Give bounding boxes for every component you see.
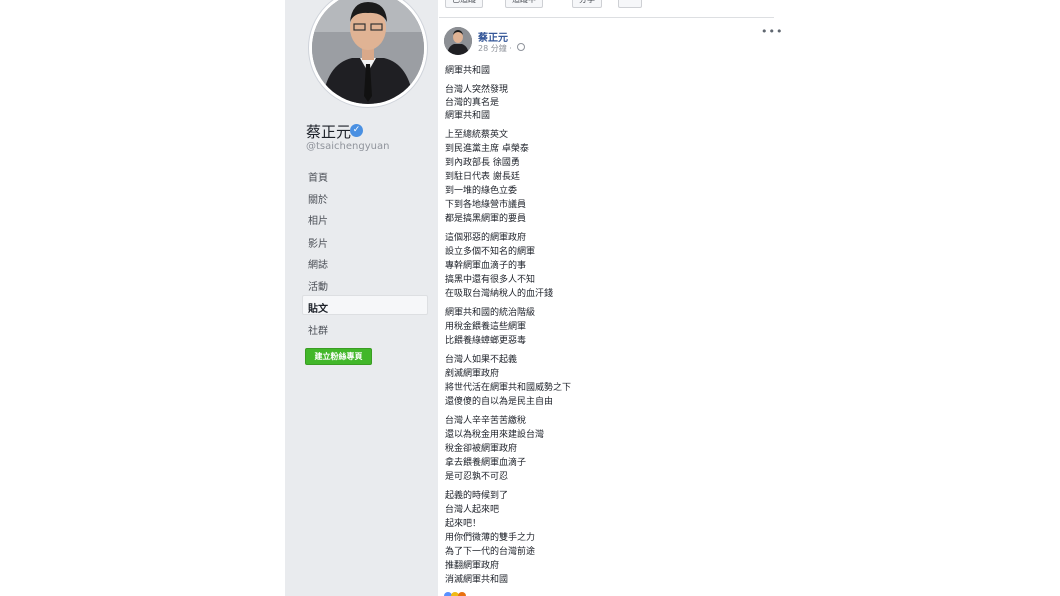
verified-check-icon: ✓ bbox=[350, 124, 363, 137]
nav-item-videos[interactable]: 影片 bbox=[308, 235, 328, 250]
post-text-line: 網軍共和國的統治階級 bbox=[445, 308, 536, 318]
more-options-icon[interactable]: ••• bbox=[761, 25, 783, 38]
post-text-line: 推翻網軍政府 bbox=[445, 561, 500, 571]
post-text-line: 還以為稅金用來建設台灣 bbox=[445, 430, 545, 440]
more-actions-button[interactable] bbox=[618, 0, 642, 8]
nav-item-community[interactable]: 社群 bbox=[308, 322, 328, 337]
nav-item-notes[interactable]: 網誌 bbox=[308, 256, 328, 271]
post-text-line: 為了下一代的台灣前途 bbox=[445, 547, 536, 557]
post-text-line: 到內政部長 徐國勇 bbox=[445, 158, 520, 168]
post-text-line: 台灣人突然發現 bbox=[445, 85, 509, 95]
post-text-line: 台灣人起來吧 bbox=[445, 505, 500, 515]
post-text-line: 起義的時候到了 bbox=[445, 491, 509, 501]
post-text-line: 台灣人如果不起義 bbox=[445, 355, 518, 365]
post-text-line: 台灣人辛辛苦苦繳稅 bbox=[445, 416, 527, 426]
post-author-avatar[interactable] bbox=[444, 27, 472, 55]
post-text-line: 是可忍孰不可忍 bbox=[445, 472, 509, 482]
post-text-line: 網軍共和國 bbox=[445, 111, 491, 121]
nav-item-about[interactable]: 關於 bbox=[308, 191, 328, 206]
share-button[interactable]: 分享 bbox=[572, 0, 602, 8]
reactions-icon[interactable] bbox=[444, 590, 474, 596]
post-text-line: 拿去餵養網軍血滴子 bbox=[445, 458, 527, 468]
post-text-line: 比餵養綠蟑螂更惡毒 bbox=[445, 336, 527, 346]
following-button[interactable]: 已追蹤 bbox=[445, 0, 483, 8]
nav-item-events[interactable]: 活動 bbox=[308, 278, 328, 293]
post-text-line: 剷滅網軍政府 bbox=[445, 369, 500, 379]
post-text-line: 到一堆的綠色立委 bbox=[445, 186, 518, 196]
post-text-line: 用你們微薄的雙手之力 bbox=[445, 533, 536, 543]
nav-item-home[interactable]: 首頁 bbox=[308, 169, 328, 184]
post-text-line: 搞黑中還有很多人不知 bbox=[445, 275, 536, 285]
nav-item-photos[interactable]: 相片 bbox=[308, 212, 328, 227]
post-text-line: 下到各地綠營市議員 bbox=[445, 200, 527, 210]
post-author-name[interactable]: 蔡正元 bbox=[478, 29, 508, 44]
post-text-line: 設立多個不知名的網軍 bbox=[445, 247, 536, 257]
post-text-line: 到民進黨主席 卓榮泰 bbox=[445, 144, 529, 154]
facebook-page-screenshot: 已追蹤 追蹤中 分享 蔡正元 ✓ @tsaichengyuan 首頁 關於 相片… bbox=[0, 0, 1060, 596]
nav-item-posts[interactable]: 貼文 bbox=[308, 300, 328, 315]
post-text-line: 這個邪惡的網軍政府 bbox=[445, 233, 527, 243]
page-handle[interactable]: @tsaichengyuan bbox=[306, 141, 389, 152]
post-text-line: 起來吧！ bbox=[445, 519, 482, 529]
post-text-line: 稅金卻被網軍政府 bbox=[445, 444, 518, 454]
post-text-line: 上至總統蔡英文 bbox=[445, 130, 509, 140]
post-text-line: 專幹網軍血滴子的事 bbox=[445, 261, 527, 271]
create-page-button[interactable]: 建立粉絲專頁 bbox=[305, 348, 372, 365]
post-timestamp[interactable]: 28 分鐘 · bbox=[478, 43, 512, 54]
post-text-line: 都是搞黑網軍的要員 bbox=[445, 214, 527, 224]
follow-button[interactable]: 追蹤中 bbox=[505, 0, 543, 8]
post-text-line: 消滅網軍共和國 bbox=[445, 575, 509, 585]
post-text-line: 網軍共和國 bbox=[445, 66, 491, 76]
post-text-line: 在吸取台灣納稅人的血汗錢 bbox=[445, 289, 554, 299]
post-text-line: 將世代活在網軍共和國威勢之下 bbox=[445, 383, 572, 393]
globe-icon bbox=[517, 43, 525, 51]
author-photo-icon bbox=[444, 27, 472, 55]
page-title[interactable]: 蔡正元 bbox=[306, 121, 351, 142]
post-text-line: 到駐日代表 謝長廷 bbox=[445, 172, 520, 182]
post-text-line: 用稅金餵養這些網軍 bbox=[445, 322, 527, 332]
post-text-line: 台灣的真名是 bbox=[445, 98, 500, 108]
post-text-line: 還傻傻的自以為是民主自由 bbox=[445, 397, 554, 407]
